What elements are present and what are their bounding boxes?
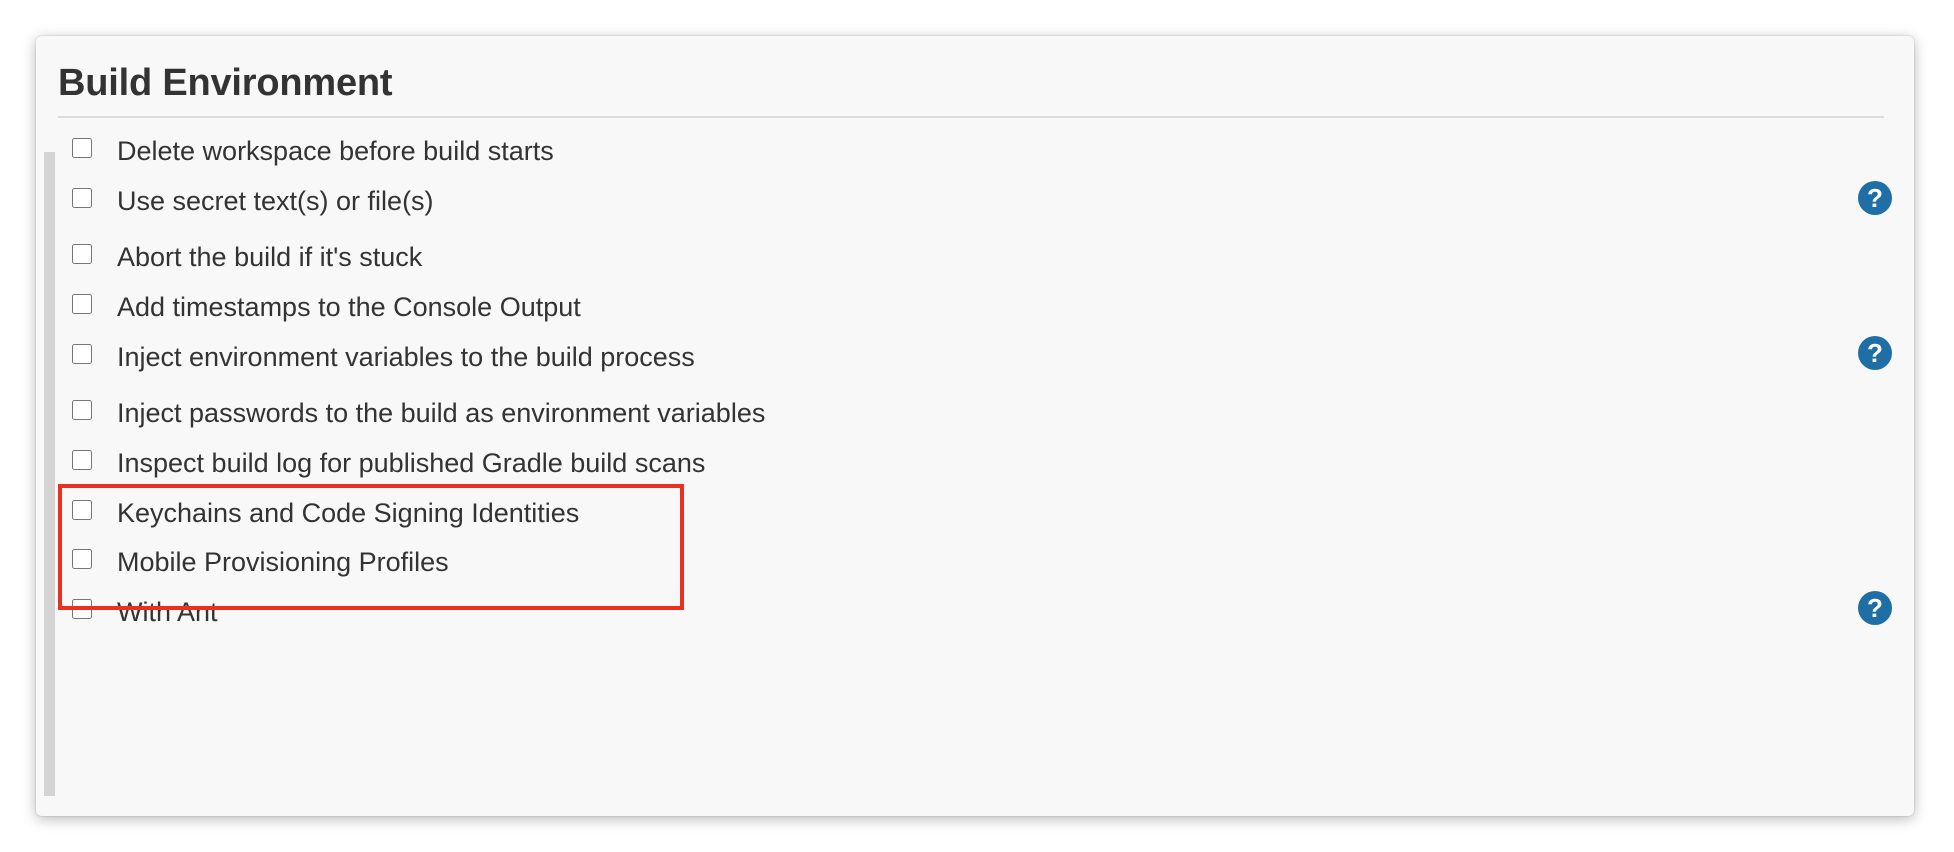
section-divider (58, 116, 1884, 118)
option-abort-if-stuck[interactable]: Abort the build if it's stuck (72, 234, 1892, 274)
checkbox-abort-if-stuck[interactable] (72, 244, 92, 264)
highlight-box (58, 484, 684, 610)
option-gradle-build-scans[interactable]: Inspect build log for published Gradle b… (72, 440, 1892, 480)
option-label: Delete workspace before build starts (117, 136, 554, 166)
option-label: Inspect build log for published Gradle b… (117, 448, 706, 478)
checkbox-inject-passwords[interactable] (72, 400, 92, 420)
checkbox-timestamps[interactable] (72, 294, 92, 314)
checkbox-delete-workspace[interactable] (72, 138, 92, 158)
option-delete-workspace[interactable]: Delete workspace before build starts (72, 128, 1892, 168)
build-environment-panel: Build Environment Delete workspace befor… (36, 36, 1914, 816)
option-label: Inject passwords to the build as environ… (117, 398, 766, 428)
option-timestamps[interactable]: Add timestamps to the Console Output (72, 284, 1892, 324)
option-label: Add timestamps to the Console Output (117, 292, 581, 322)
option-inject-env-vars[interactable]: Inject environment variables to the buil… (72, 334, 1892, 374)
help-icon[interactable]: ? (1858, 336, 1892, 370)
option-secret-text[interactable]: Use secret text(s) or file(s) (72, 178, 1892, 218)
option-label: Use secret text(s) or file(s) (117, 186, 434, 216)
option-inject-passwords[interactable]: Inject passwords to the build as environ… (72, 390, 1892, 430)
checkbox-secret-text[interactable] (72, 188, 92, 208)
checkbox-gradle-build-scans[interactable] (72, 450, 92, 470)
help-icon[interactable]: ? (1858, 181, 1892, 215)
section-title: Build Environment (58, 62, 393, 104)
option-label: Inject environment variables to the buil… (117, 342, 695, 372)
checkbox-inject-env-vars[interactable] (72, 344, 92, 364)
section-indent-bar (44, 152, 55, 796)
help-icon[interactable]: ? (1858, 591, 1892, 625)
option-label: Abort the build if it's stuck (117, 242, 423, 272)
